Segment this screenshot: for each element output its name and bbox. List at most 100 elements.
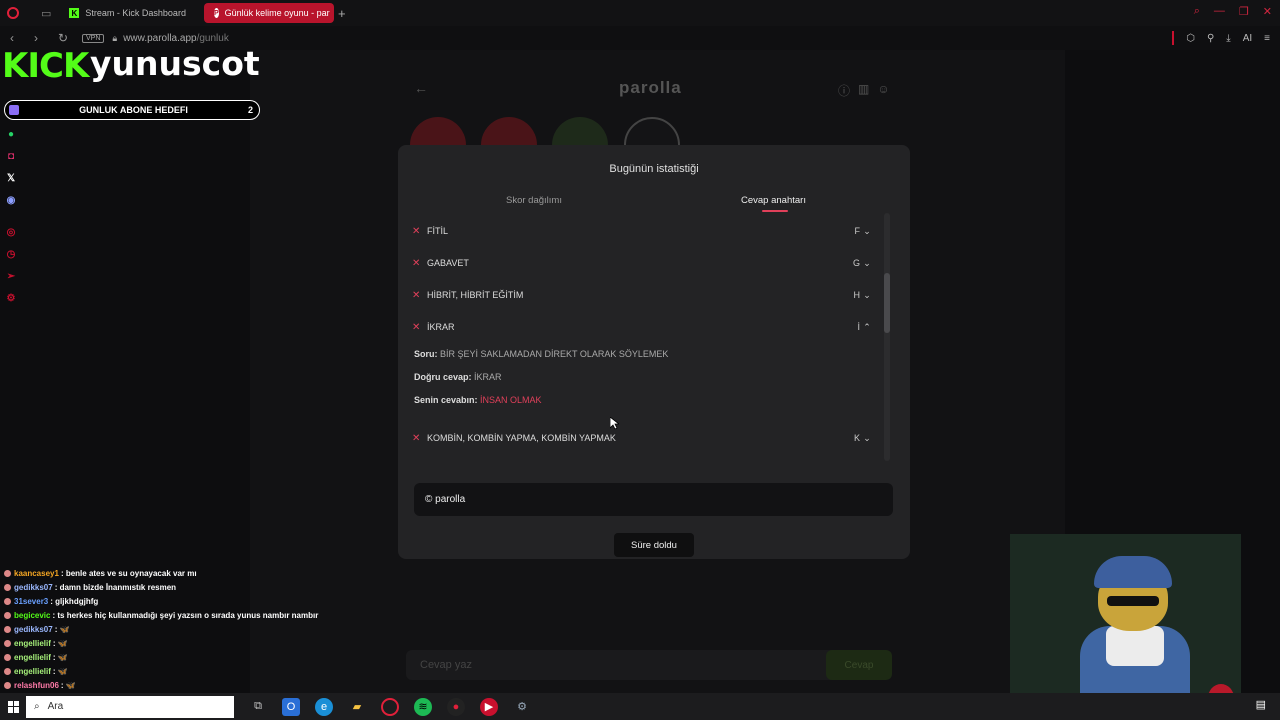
maximize-icon[interactable]: ❐ (1239, 5, 1249, 18)
chat-username[interactable]: engellielif (14, 667, 51, 676)
chat-username[interactable]: relashfun06 (14, 681, 59, 690)
file-explorer-icon[interactable]: ▰ (348, 698, 366, 716)
spotify-icon[interactable]: ≋ (414, 697, 432, 716)
kick-favicon-icon: K (69, 8, 80, 18)
chat-username[interactable]: engellielif (14, 639, 51, 648)
chat-username[interactable]: gedikks07 (14, 583, 53, 592)
url-host: www.parolla.app (123, 32, 197, 44)
chat-text: : gljkhdgjhfg (50, 596, 99, 606)
search-icon: ⌕ (34, 701, 40, 712)
answer-letter: G (852, 258, 860, 268)
ai-button[interactable]: AI (1243, 33, 1252, 44)
stats-modal: Bugünün istatistiği Skor dağılımı Cevap … (398, 145, 910, 559)
avatar-shirt (1106, 626, 1164, 666)
chat-username[interactable]: begicevic (14, 611, 50, 620)
time-up-button[interactable]: Süre doldu (614, 533, 694, 557)
answer-row[interactable]: ✕ KOMBİN, KOMBİN YAPMA, KOMBİN YAPMAK K … (412, 429, 874, 447)
chat-username[interactable]: engellielif (14, 653, 51, 662)
workspaces-icon[interactable]: ▭ (41, 7, 51, 20)
extensions-icon[interactable]: ⬡ (1186, 33, 1195, 44)
chat-username[interactable]: gedikks07 (14, 625, 53, 634)
info-icon[interactable]: ⓘ (838, 82, 850, 99)
forward-icon[interactable]: › (34, 31, 48, 45)
wrong-icon: ✕ (412, 432, 421, 444)
chat-message: kaancasey1: benle ates ve su oynayacak v… (4, 566, 374, 580)
answer-submit-button[interactable]: Cevap (826, 650, 892, 680)
minimize-icon[interactable]: — (1214, 5, 1225, 18)
profile-icon[interactable]: ☺ (877, 82, 889, 99)
modal-title: Bugünün istatistiği (609, 163, 699, 175)
question-detail: Soru: BİR ŞEYİ SAKLAMADAN DİREKT OLARAK … (414, 349, 668, 359)
answer-input[interactable]: Cevap yaz (406, 650, 886, 680)
answer-row[interactable]: ✕ GABAVET G ⌄ (412, 254, 874, 272)
download-icon[interactable]: ⤓ (1226, 33, 1230, 44)
tab-title: Stream - Kick Dashboard (85, 8, 186, 18)
account-icon[interactable]: ⚲ (1207, 33, 1214, 44)
chat-text: : ts herkes hiç kullanmadığı şeyi yazsın… (52, 610, 319, 620)
edge-icon[interactable]: e (315, 697, 333, 716)
tab-answer-key[interactable]: Cevap anahtarı (741, 195, 806, 206)
settings-app-icon[interactable]: ⚙ (513, 698, 531, 716)
sidebar-history-icon[interactable]: ◷ (5, 248, 17, 261)
answer-list: ✕ FİTİL F ⌄ ✕ GABAVET G ⌄ ✕ HİBRİT, HİBR… (412, 213, 882, 461)
chat-badge-icon (4, 597, 11, 605)
opera-menu-icon[interactable] (7, 7, 19, 19)
goal-label: GUNLUK ABONE HEDEFI (79, 105, 188, 115)
active-tab-indicator (762, 210, 788, 212)
outlook-icon[interactable]: O (282, 697, 300, 716)
your-answer-text: İNSAN OLMAK (480, 395, 542, 405)
windows-taskbar: ⌕ Ara ⧉ O e ▰ ≋ ● ▶ ⚙ ▤ (0, 693, 1280, 720)
chat-username[interactable]: 31sever3 (14, 597, 48, 606)
sidebar-send-icon[interactable]: ➢ (5, 270, 17, 283)
windows-start-icon[interactable] (8, 700, 20, 713)
vpn-badge[interactable]: VPN (82, 33, 105, 43)
chat-message: 31sever3: gljkhdgjhfg (4, 594, 374, 608)
app-icon[interactable]: ● (447, 697, 465, 716)
chat-text: : 🦋 (52, 638, 68, 648)
lock-icon[interactable]: 🔒︎ (112, 33, 117, 44)
opera-icon[interactable] (381, 697, 399, 716)
tab-score-distribution[interactable]: Skor dağılımı (506, 195, 562, 206)
answer-row[interactable]: ✕ FİTİL F ⌄ (412, 222, 874, 240)
correct-answer-text: İKRAR (474, 372, 502, 382)
menu-icon[interactable]: ≡ (1264, 33, 1270, 44)
sidebar-settings-icon[interactable]: ⚙ (5, 292, 17, 305)
chevron-up-icon[interactable]: ⌃ (860, 322, 874, 333)
scrollbar-thumb[interactable] (884, 273, 890, 333)
x-icon: 𝕏 (6, 173, 16, 184)
chevron-down-icon[interactable]: ⌄ (860, 226, 874, 237)
media-player-icon[interactable]: ▶ (480, 697, 498, 716)
chat-badge-icon (4, 667, 11, 675)
chevron-down-icon[interactable]: ⌄ (860, 433, 874, 444)
share-box[interactable]: © parolla (414, 483, 893, 516)
chat-text: : damn bizde İnanmıstık resmen (54, 582, 177, 592)
window-controls: ⌕ — ❐ ✕ (1194, 5, 1272, 18)
stats-icon[interactable]: ▥ (858, 82, 869, 99)
back-arrow-icon[interactable]: ← (414, 80, 428, 96)
chevron-down-icon[interactable]: ⌄ (860, 258, 874, 269)
sidebar-home-icon[interactable]: ◎ (5, 226, 17, 239)
taskbar-search[interactable]: ⌕ Ara (26, 695, 234, 718)
chat-text: : 🦋 (52, 652, 68, 662)
list-scrollbar[interactable] (884, 213, 890, 461)
back-icon[interactable]: ‹ (10, 31, 24, 45)
task-view-icon[interactable]: ⧉ (249, 698, 267, 716)
chat-message: relashfun06: 🦋 (4, 678, 374, 692)
tab-kick-dashboard[interactable]: K Stream - Kick Dashboard (59, 3, 196, 23)
chat-text: : 🦋 (52, 666, 68, 676)
answer-row-expanded[interactable]: ✕ İKRAR İ ⌃ (412, 318, 874, 336)
goal-icon (9, 105, 19, 115)
wrong-icon: ✕ (412, 321, 421, 333)
chat-username[interactable]: kaancasey1 (14, 569, 59, 578)
answer-row[interactable]: ✕ HİBRİT, HİBRİT EĞİTİM H ⌄ (412, 286, 874, 304)
chevron-down-icon[interactable]: ⌄ (860, 290, 874, 301)
close-icon[interactable]: ✕ (1263, 5, 1272, 18)
notification-icon[interactable]: ▤ (1256, 698, 1266, 711)
channel-name: yunuscot (90, 44, 260, 83)
reload-icon[interactable]: ↻ (58, 31, 72, 45)
tab-parolla[interactable]: P Günlük kelime oyunu - par (203, 3, 334, 23)
search-tabs-icon[interactable]: ⌕ (1194, 5, 1200, 18)
answer-letter: F (854, 226, 861, 236)
new-tab-button[interactable]: + (338, 6, 346, 21)
url-field[interactable]: www.parolla.app/gunluk (123, 33, 229, 44)
